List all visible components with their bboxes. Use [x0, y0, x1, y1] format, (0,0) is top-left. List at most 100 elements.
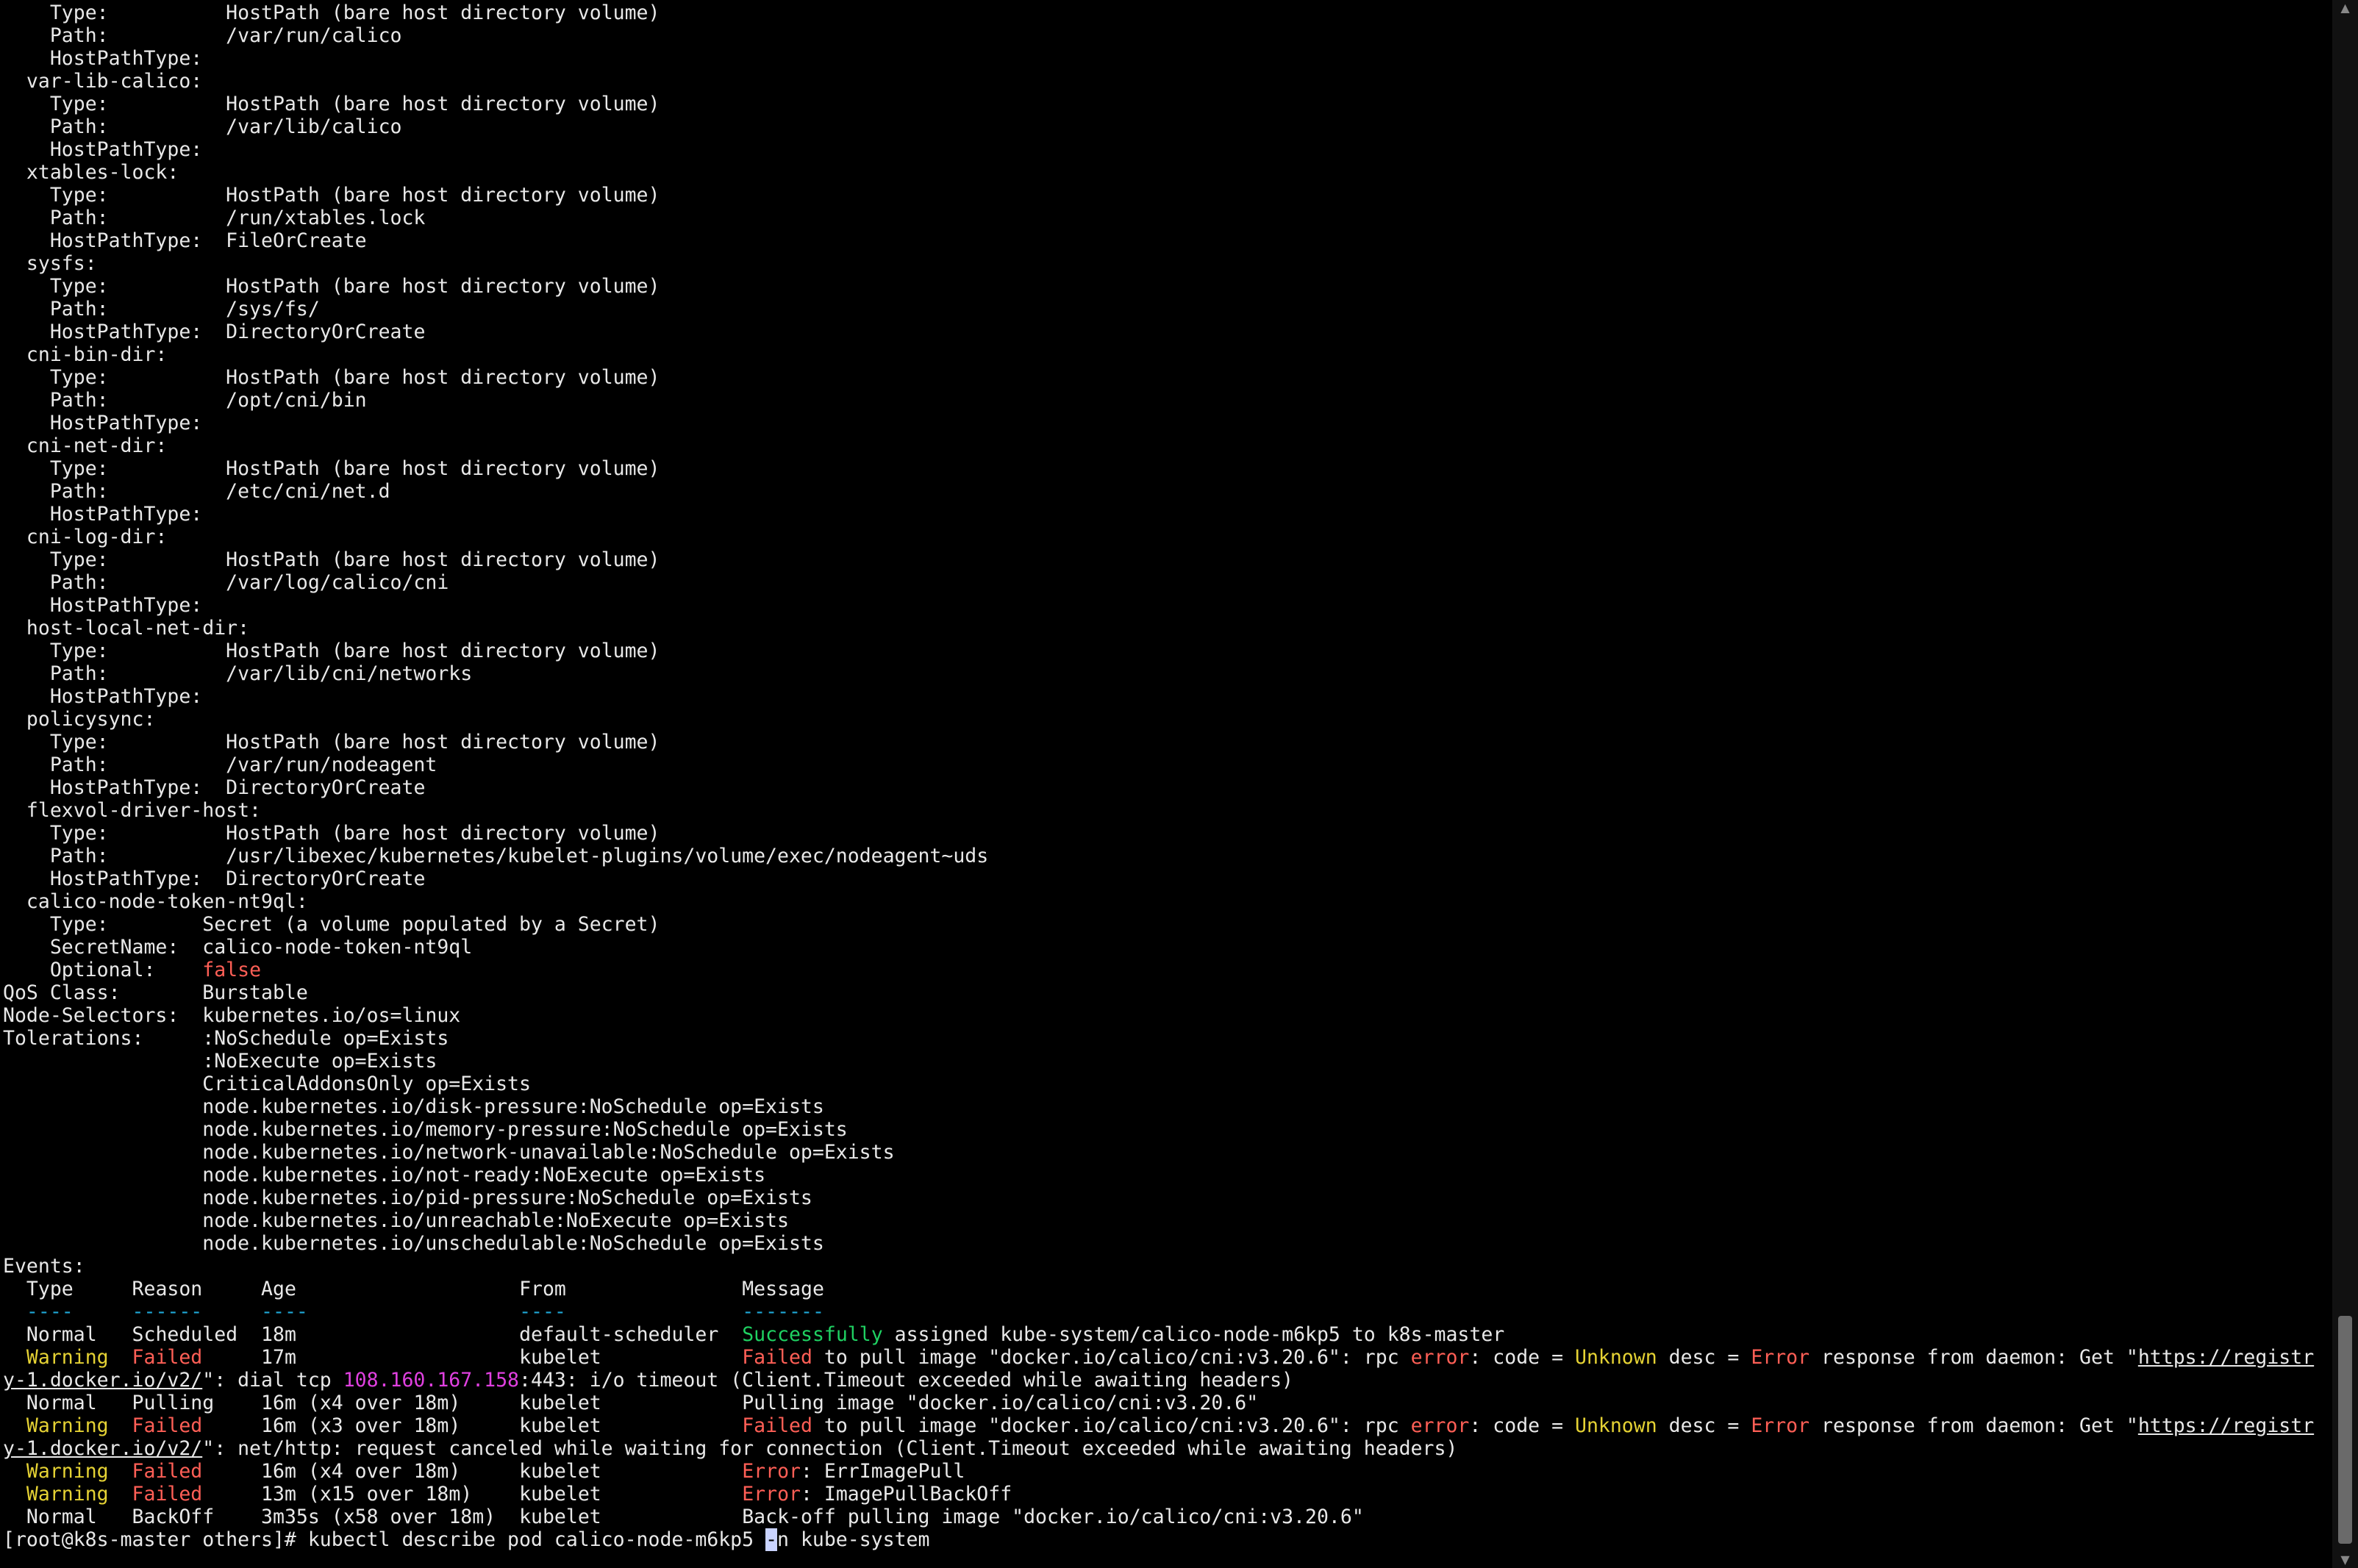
field-value: /var/run/nodeagent [226, 753, 437, 776]
event-age: 3m35s (x58 over 18m) [261, 1506, 496, 1528]
spacing [3, 343, 26, 366]
volume-field-line: Type: Secret (a volume populated by a Se… [3, 913, 2326, 936]
command-input: kubectl describe pod calico-node-m6kp5 [307, 1528, 766, 1551]
spacing [202, 138, 226, 161]
field-label: Optional: [49, 959, 156, 981]
event-age: 16m (x4 over 18m) [261, 1460, 461, 1483]
message-segment: Pulling image "docker.io/calico/cni:v3.2… [742, 1392, 1259, 1414]
toleration-value: CriticalAddonsOnly op=Exists [202, 1073, 531, 1095]
volume-field-line: Path: /var/lib/calico [3, 115, 2326, 138]
event-type: Normal [26, 1506, 97, 1528]
event-age: 16m (x3 over 18m) [261, 1414, 461, 1437]
spacing [202, 594, 226, 617]
vertical-scrollbar[interactable]: ▲ ▼ [2332, 0, 2358, 1568]
field-value: /opt/cni/bin [226, 389, 367, 412]
terminal-window[interactable]: Type: HostPath (bare host directory volu… [0, 0, 2332, 1568]
spacing [3, 571, 50, 594]
scroll-down-arrow-icon[interactable]: ▼ [2332, 1552, 2358, 1568]
spacing [143, 1027, 202, 1050]
spacing [3, 24, 50, 47]
spacing [214, 1392, 261, 1414]
event-type: Warning [26, 1346, 109, 1369]
spacing [3, 457, 50, 480]
volume-name-line: xtables-lock: [3, 161, 2326, 184]
spacing [3, 1095, 202, 1118]
spacing [109, 480, 226, 503]
field-label: Type: [49, 1, 109, 24]
field-label: HostPathType: [49, 867, 203, 890]
spacing [3, 321, 50, 343]
toleration-line: node.kubernetes.io/network-unavailable:N… [3, 1141, 2326, 1164]
spacing [3, 548, 50, 571]
field-label: SecretName: [49, 936, 179, 959]
qos-label: QoS Class: [3, 981, 121, 1004]
spacing [3, 959, 50, 981]
volume-name-line: host-local-net-dir: [3, 617, 2326, 640]
spacing [472, 1483, 519, 1506]
spacing [3, 753, 50, 776]
spacing [109, 1483, 132, 1506]
toleration-value: node.kubernetes.io/pid-pressure:NoSchedu… [202, 1186, 812, 1209]
spacing [3, 822, 50, 845]
spacing [3, 890, 26, 913]
spacing [601, 1506, 742, 1528]
spacing [3, 412, 50, 434]
scrollbar-thumb[interactable] [2338, 1316, 2352, 1544]
event-from: kubelet [519, 1414, 601, 1437]
spacing [296, 1346, 519, 1369]
toleration-value: node.kubernetes.io/memory-pressure:NoSch… [202, 1118, 848, 1141]
volume-field-line: HostPathType: [3, 594, 2326, 617]
spacing [3, 1232, 202, 1255]
field-label: Path: [49, 207, 109, 229]
message-segment: 108.160.167.158 [343, 1369, 520, 1392]
spacing [109, 1414, 132, 1437]
volume-field-line: HostPathType: [3, 685, 2326, 708]
spacing [155, 959, 202, 981]
volume-field-line: Type: HostPath (bare host directory volu… [3, 1, 2326, 24]
spacing [109, 753, 226, 776]
field-label: HostPathType: [49, 321, 203, 343]
events-column-header-cell: Reason [132, 1278, 203, 1300]
event-from: kubelet [519, 1346, 601, 1369]
spacing [3, 1414, 26, 1437]
spacing [3, 1050, 202, 1073]
field-label: HostPathType: [49, 685, 203, 708]
field-label: Type: [49, 275, 109, 298]
spacing [3, 913, 50, 936]
tolerations-label: Tolerations: [3, 1027, 144, 1050]
spacing [109, 207, 226, 229]
event-row: Warning Failed 13m (x15 over 18m) kubele… [3, 1483, 2326, 1506]
volume-name-line: var-lib-calico: [3, 70, 2326, 93]
volume-name-line: policysync: [3, 708, 2326, 731]
spacing [718, 1323, 742, 1346]
volume-name-line: cni-bin-dir: [3, 343, 2326, 366]
spacing [202, 1346, 261, 1369]
spacing [202, 1300, 261, 1323]
spacing [179, 936, 202, 959]
event-from: kubelet [519, 1460, 601, 1483]
volume-field-line: Type: HostPath (bare host directory volu… [3, 457, 2326, 480]
field-value: /var/log/calico/cni [226, 571, 449, 594]
event-reason: Failed [132, 1483, 203, 1506]
event-age: 18m [261, 1323, 296, 1346]
field-label: Type: [49, 457, 109, 480]
spacing [109, 24, 226, 47]
spacing [3, 1278, 26, 1300]
scroll-up-arrow-icon[interactable]: ▲ [2332, 0, 2358, 16]
spacing [74, 1278, 132, 1300]
events-column-header-cell: Type [26, 1278, 74, 1300]
field-label: Type: [49, 913, 109, 936]
field-value: HostPath (bare host directory volume) [226, 822, 660, 845]
spacing [296, 1323, 519, 1346]
text-cursor[interactable]: - [765, 1528, 778, 1551]
volume-field-line: Path: /var/run/calico [3, 24, 2326, 47]
volume-field-line: Type: HostPath (bare host directory volu… [3, 366, 2326, 389]
field-value: /var/run/calico [226, 24, 402, 47]
spacing [97, 1323, 132, 1346]
field-label: Path: [49, 845, 109, 867]
field-label: Path: [49, 24, 109, 47]
spacing [3, 1506, 26, 1528]
events-column-header-cell: Age [261, 1278, 296, 1300]
volume-field-line: Type: HostPath (bare host directory volu… [3, 275, 2326, 298]
volume-field-line: HostPathType: [3, 47, 2326, 70]
